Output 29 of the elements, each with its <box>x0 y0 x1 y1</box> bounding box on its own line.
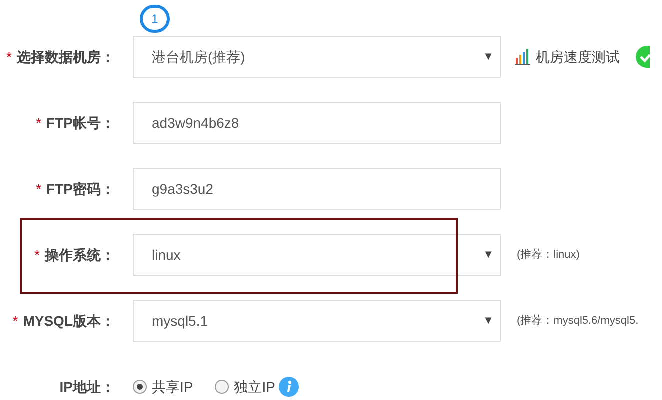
radio-option[interactable]: 独立IP <box>215 376 276 398</box>
field-label: FTP帐号： <box>46 114 115 132</box>
bar-chart-icon <box>515 49 530 65</box>
required-asterisk: * <box>6 48 12 66</box>
caret-icon: ▼ <box>483 312 494 330</box>
speed-test-link[interactable]: 机房速度测试 <box>536 46 620 68</box>
required-asterisk: * <box>12 312 18 330</box>
radio-button[interactable] <box>133 380 147 394</box>
hint-text: (推荐：mysql5.6/mysql5. <box>517 314 639 329</box>
info-icon[interactable] <box>279 377 300 397</box>
input-field[interactable]: g9a3s3u2 <box>133 168 501 210</box>
dropdown[interactable]: 港台机房(推荐) ▼ <box>133 36 501 78</box>
field-label: FTP密码： <box>46 180 115 198</box>
caret-icon: ▼ <box>483 48 494 66</box>
required-asterisk: * <box>36 114 42 132</box>
field-label: MYSQL版本： <box>23 312 115 331</box>
step-marker: 1 <box>140 5 170 33</box>
input-field[interactable]: ad3w9n4b6z8 <box>133 102 501 144</box>
hint-text: (推荐：linux) <box>517 248 580 263</box>
caret-icon: ▼ <box>483 246 494 264</box>
required-asterisk: * <box>36 180 42 198</box>
dropdown[interactable]: linux ▼ <box>133 234 501 276</box>
radio-button[interactable] <box>215 380 230 394</box>
required-asterisk: * <box>34 246 40 264</box>
field-label: IP地址： <box>60 378 115 396</box>
dropdown[interactable]: mysql5.1 ▼ <box>133 300 501 342</box>
field-label: 操作系统： <box>45 246 115 264</box>
field-label: 选择数据机房： <box>17 48 115 66</box>
radio-option[interactable]: 共享IP <box>133 376 194 398</box>
